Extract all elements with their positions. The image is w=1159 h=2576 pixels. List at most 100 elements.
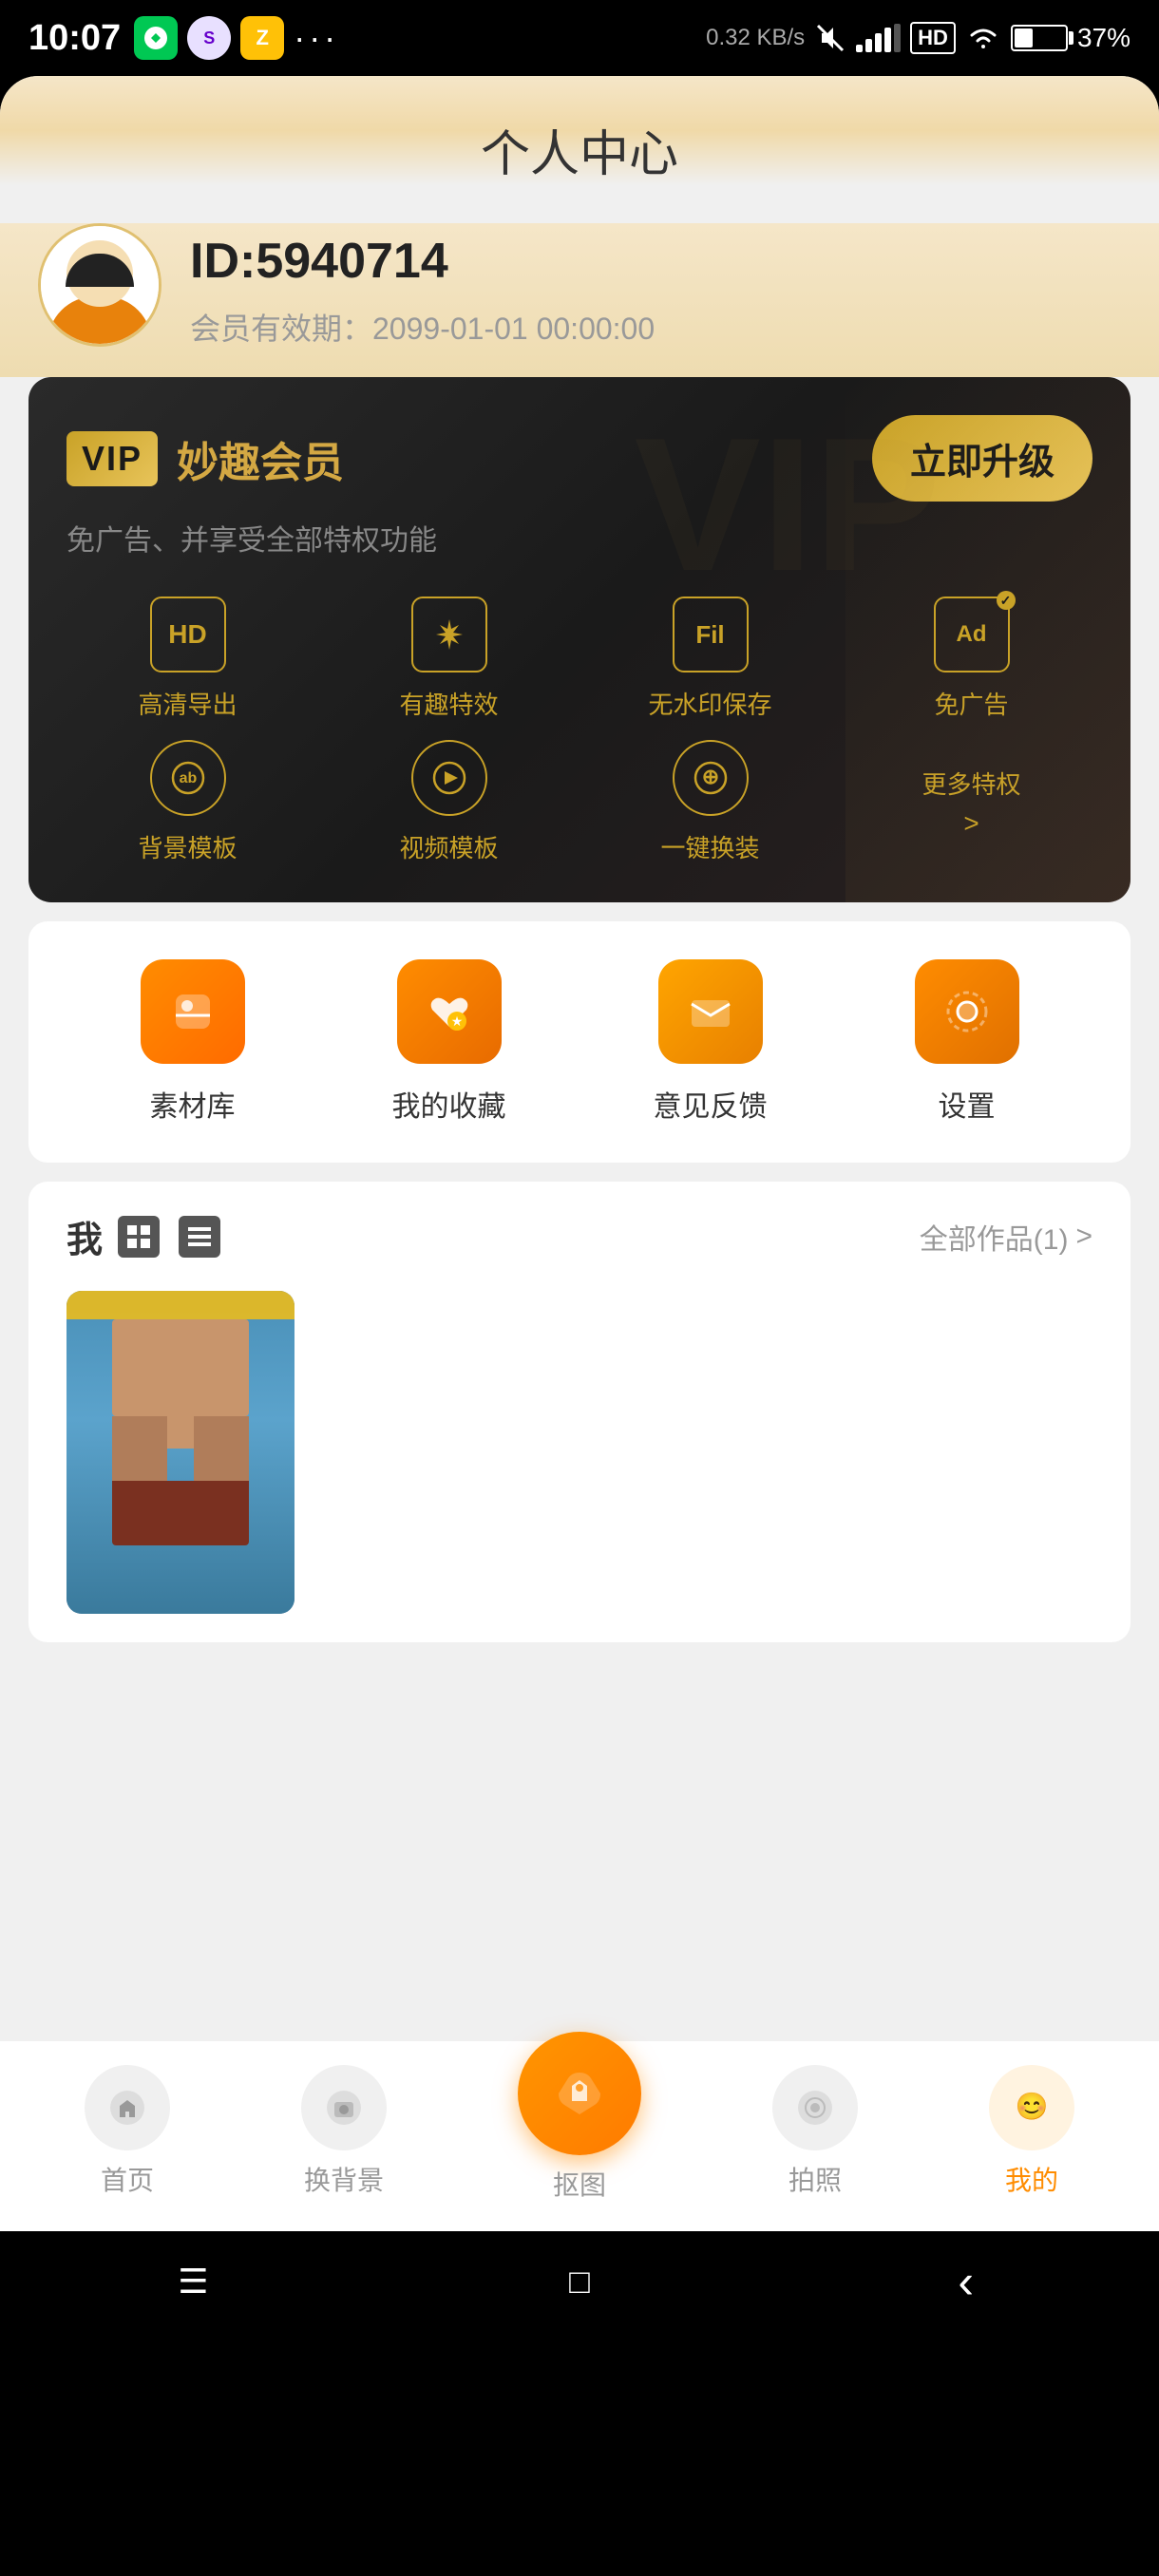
- vip-banner: VIP VIP 妙趣会员 立即升级 免广告、并享受全部特权功能 HD 高清导出: [28, 377, 1130, 902]
- background-icon: [301, 2065, 387, 2150]
- battery-icon: [1011, 25, 1068, 51]
- more-text: 更多特权: [922, 766, 1020, 801]
- quick-item-feedback[interactable]: 意见反馈: [654, 959, 768, 1125]
- hd-label: 高清导出: [138, 686, 237, 721]
- profile-section: ID:5940714 会员有效期：2099-01-01 00:00:00: [0, 223, 1159, 377]
- vip-upgrade-button[interactable]: 立即升级: [872, 415, 1092, 502]
- vip-more-features[interactable]: 更多特权 >: [850, 740, 1092, 864]
- profile-info: ID:5940714 会员有效期：2099-01-01 00:00:00: [190, 223, 1121, 349]
- vip-feature-bg-template[interactable]: ab 背景模板: [66, 740, 309, 864]
- watermark-label: 无水印保存: [648, 686, 771, 721]
- battery-percent: 37%: [1077, 23, 1130, 53]
- noad-icon: Ad ✓: [934, 597, 1010, 672]
- works-header: 我 全部作品(1) >: [66, 1210, 1092, 1262]
- works-section: 我 全部作品(1) >: [28, 1182, 1130, 1642]
- noad-label: 免广告: [934, 686, 1008, 721]
- works-grid: [66, 1291, 1092, 1614]
- vip-features-row2: ab 背景模板 视频模板 ⊕ 一键换装 更多特权: [66, 740, 1092, 864]
- svg-text:⊕: ⊕: [701, 765, 718, 788]
- wifi-icon: [965, 24, 1001, 52]
- status-bar: 10:07 S Z ··· 0.32 KB/s: [0, 0, 1159, 76]
- empty-space: [0, 1661, 1159, 2041]
- bottom-nav: 首页 换背景 抠图 拍照 �: [0, 2041, 1159, 2231]
- status-app-icons: S Z ···: [134, 16, 339, 60]
- nav-item-cutout[interactable]: 抠图: [518, 2060, 641, 2203]
- quick-access-section: 素材库 ★ 我的收藏 意见反馈: [28, 921, 1130, 1163]
- app-content: 个人中心 ID:5940714 会员有效期：2099-01-01 00:00:0…: [0, 76, 1159, 2332]
- nav-item-home[interactable]: 首页: [85, 2065, 170, 2198]
- cutout-label: 抠图: [553, 2165, 606, 2203]
- app-icon-soul: S: [187, 16, 231, 60]
- user-id: ID:5940714: [190, 233, 1121, 290]
- vip-top: VIP 妙趣会员 立即升级: [66, 415, 1092, 502]
- vip-feature-video-template[interactable]: 视频模板: [328, 740, 570, 864]
- outfit-label: 一键换装: [660, 829, 759, 864]
- phone-container: 10:07 S Z ··· 0.32 KB/s: [0, 0, 1159, 2576]
- avatar[interactable]: [38, 223, 162, 347]
- effects-label: 有趣特效: [399, 686, 498, 721]
- android-menu-btn[interactable]: ☰: [164, 2262, 221, 2301]
- status-time: 10:07: [28, 18, 121, 59]
- works-all-link[interactable]: 全部作品(1) >: [920, 1216, 1092, 1258]
- svg-text:😊: 😊: [1016, 2092, 1049, 2121]
- android-back-btn[interactable]: ‹: [938, 2254, 995, 2309]
- nav-item-mine[interactable]: 😊 我的: [989, 2065, 1074, 2198]
- favorite-label: 我的收藏: [392, 1083, 506, 1125]
- video-template-label: 视频模板: [399, 829, 498, 864]
- android-nav: ☰ □ ‹: [0, 2231, 1159, 2332]
- mute-icon: [814, 22, 846, 54]
- hd-icon: HD: [150, 597, 226, 672]
- home-icon: [85, 2065, 170, 2150]
- bg-template-label: 背景模板: [138, 829, 237, 864]
- mine-icon: 😊: [989, 2065, 1074, 2150]
- material-label: 素材库: [150, 1083, 236, 1125]
- work-thumbnail-item[interactable]: [66, 1291, 294, 1614]
- background-label: 换背景: [304, 2160, 384, 2198]
- vip-features-row1: HD 高清导出 有趣特效 Fil 无水印保存 Ad ✓: [66, 597, 1092, 721]
- feedback-label: 意见反馈: [654, 1083, 768, 1125]
- cutout-icon: [518, 2032, 641, 2155]
- network-speed: 0.32 KB/s: [706, 25, 805, 51]
- vip-subtitle: 免广告、并享受全部特权功能: [66, 517, 1092, 559]
- quick-item-material[interactable]: 素材库: [141, 959, 245, 1125]
- settings-label: 设置: [939, 1083, 996, 1125]
- photo-label: 拍照: [788, 2160, 842, 2198]
- effects-icon: [411, 597, 487, 672]
- signal-bars: [856, 24, 901, 52]
- photo-icon: [772, 2065, 858, 2150]
- bg-template-icon: ab: [150, 740, 226, 816]
- feedback-icon: [658, 959, 763, 1064]
- quick-item-favorite[interactable]: ★ 我的收藏: [392, 959, 506, 1125]
- status-left: 10:07 S Z ···: [28, 16, 339, 60]
- quick-item-settings[interactable]: 设置: [915, 959, 1019, 1125]
- nav-item-background[interactable]: 换背景: [301, 2065, 387, 2198]
- quick-icons-row: 素材库 ★ 我的收藏 意见反馈: [66, 959, 1092, 1125]
- works-tabs: [118, 1216, 220, 1258]
- vip-feature-watermark[interactable]: Fil 无水印保存: [589, 597, 831, 721]
- tab-icon-list[interactable]: [179, 1216, 220, 1258]
- android-home-btn[interactable]: □: [551, 2262, 608, 2301]
- vip-feature-outfit[interactable]: ⊕ 一键换装: [589, 740, 831, 864]
- vip-title-area: VIP 妙趣会员: [66, 428, 344, 489]
- work-thumbnail: [66, 1291, 294, 1614]
- home-label: 首页: [101, 2160, 154, 2198]
- favorite-icon: ★: [397, 959, 502, 1064]
- more-dots: ···: [294, 18, 339, 58]
- vip-feature-noad[interactable]: Ad ✓ 免广告: [850, 597, 1092, 721]
- works-all-label: 全部作品(1): [920, 1216, 1069, 1258]
- membership-expiry: 会员有效期：2099-01-01 00:00:00: [190, 305, 1121, 349]
- svg-text:ab: ab: [179, 770, 197, 786]
- status-right: 0.32 KB/s HD 3: [706, 22, 1130, 54]
- app-icon-yellow: Z: [240, 16, 284, 60]
- watermark-icon: Fil: [673, 597, 749, 672]
- outfit-icon: ⊕: [673, 740, 749, 816]
- nav-item-photo[interactable]: 拍照: [772, 2065, 858, 2198]
- vip-name: 妙趣会员: [177, 428, 344, 489]
- works-title-area: 我: [66, 1210, 220, 1262]
- more-arrow: >: [963, 808, 978, 839]
- vip-feature-hd[interactable]: HD 高清导出: [66, 597, 309, 721]
- header: 个人中心: [0, 76, 1159, 185]
- tab-icon-grid[interactable]: [118, 1216, 160, 1258]
- vip-feature-effects[interactable]: 有趣特效: [328, 597, 570, 721]
- video-template-icon: [411, 740, 487, 816]
